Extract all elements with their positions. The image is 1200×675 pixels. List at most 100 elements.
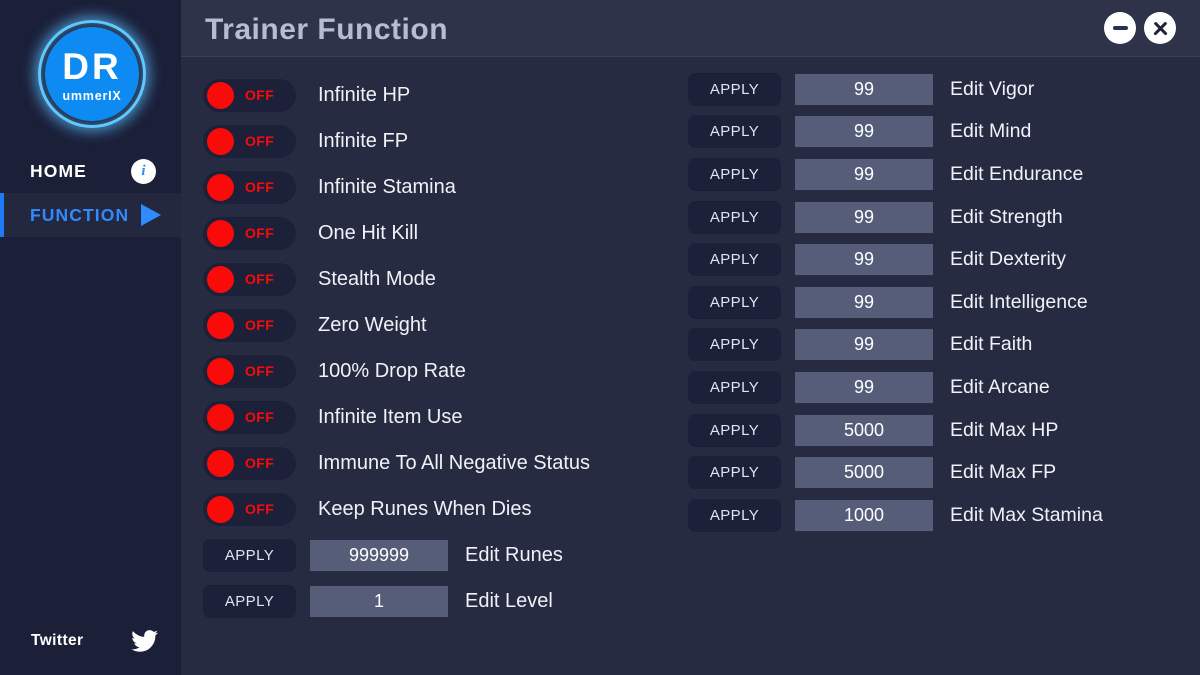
sidebar-item-home-label: HOME <box>30 160 87 181</box>
toggle-knob-icon <box>207 357 234 385</box>
close-button[interactable] <box>1144 12 1176 44</box>
apply-button[interactable]: APPLY <box>688 200 781 234</box>
apply-button[interactable]: APPLY <box>688 115 781 149</box>
toggle-knob-icon <box>207 127 234 155</box>
toggle-state-label: OFF <box>245 225 275 241</box>
field-label: Edit Arcane <box>950 375 1050 398</box>
toggle-row: OFF Keep Runes When Dies <box>203 486 590 532</box>
edit-field-row: APPLY 99 Edit Faith <box>688 324 1103 367</box>
toggle-row: OFF Infinite Stamina <box>203 164 590 210</box>
value-input[interactable]: 5000 <box>795 457 933 489</box>
toggle-knob-icon <box>207 449 234 477</box>
value-input[interactable]: 1000 <box>795 499 933 531</box>
toggle-state-label: OFF <box>245 87 275 103</box>
apply-button[interactable]: APPLY <box>688 157 781 191</box>
toggle-state-label: OFF <box>245 409 275 425</box>
field-label: Edit Max Stamina <box>950 503 1103 526</box>
value-input[interactable]: 99 <box>795 244 933 276</box>
value-input[interactable]: 99 <box>795 201 933 233</box>
field-label: Edit Mind <box>950 120 1032 143</box>
toggle-knob-icon <box>207 311 234 339</box>
field-label: Edit Level <box>465 589 553 612</box>
toggle-label: Stealth Mode <box>318 267 436 290</box>
toggle-switch[interactable]: OFF <box>203 446 296 480</box>
toggle-label: Infinite Item Use <box>318 405 463 428</box>
edit-field-row: APPLY 5000 Edit Max HP <box>688 409 1103 452</box>
edit-field-row: APPLY 99 Edit Dexterity <box>688 238 1103 281</box>
toggle-switch[interactable]: OFF <box>203 170 296 204</box>
value-input[interactable]: 99 <box>795 158 933 190</box>
edit-field-row: APPLY 99 Edit Arcane <box>688 366 1103 409</box>
apply-button[interactable]: APPLY <box>688 285 781 319</box>
toggle-switch[interactable]: OFF <box>203 308 296 342</box>
toggle-label: Immune To All Negative Status <box>318 451 590 474</box>
sidebar-item-function[interactable]: FUNCTION <box>0 193 181 237</box>
apply-button[interactable]: APPLY <box>688 456 781 490</box>
page-title: Trainer Function <box>205 13 449 46</box>
toggle-state-label: OFF <box>245 133 275 149</box>
apply-button[interactable]: APPLY <box>203 538 296 572</box>
value-input[interactable]: 1 <box>310 585 448 617</box>
toggle-label: Infinite HP <box>318 83 411 106</box>
apply-button[interactable]: APPLY <box>688 72 781 106</box>
left-column: OFF Infinite HP OFF Infinite FP OFF Infinite … <box>203 72 590 624</box>
logo-circle: DR ummerIX <box>45 27 139 121</box>
sidebar-item-function-label: FUNCTION <box>30 204 130 225</box>
field-label: Edit Endurance <box>950 162 1084 185</box>
sidebar: DR ummerIX HOME i FUNCTION Twitter <box>0 0 181 675</box>
value-input[interactable]: 99 <box>795 371 933 403</box>
toggle-knob-icon <box>207 173 234 201</box>
toggle-state-label: OFF <box>245 455 275 471</box>
logo-primary-text: DR <box>62 45 122 87</box>
toggle-switch[interactable]: OFF <box>203 262 296 296</box>
apply-button[interactable]: APPLY <box>688 328 781 362</box>
toggle-row: OFF Infinite FP <box>203 118 590 164</box>
edit-field-row: APPLY 99 Edit Strength <box>688 196 1103 239</box>
twitter-bird-icon <box>128 627 162 660</box>
value-input[interactable]: 99 <box>795 329 933 361</box>
edit-field-row: APPLY 1 Edit Level <box>203 578 590 624</box>
value-input[interactable]: 999999 <box>310 539 448 571</box>
title-bar: Trainer Function <box>181 0 1200 57</box>
toggle-label: Keep Runes When Dies <box>318 497 532 520</box>
toggle-switch[interactable]: OFF <box>203 124 296 158</box>
toggle-state-label: OFF <box>245 363 275 379</box>
toggle-label: Infinite Stamina <box>318 175 456 198</box>
edit-field-row: APPLY 99 Edit Intelligence <box>688 281 1103 324</box>
toggle-label: Zero Weight <box>318 313 427 336</box>
toggle-row: OFF 100% Drop Rate <box>203 348 590 394</box>
apply-button[interactable]: APPLY <box>688 413 781 447</box>
edit-field-row: APPLY 1000 Edit Max Stamina <box>688 494 1103 537</box>
toggle-row: OFF Zero Weight <box>203 302 590 348</box>
field-label: Edit Dexterity <box>950 248 1066 271</box>
apply-button[interactable]: APPLY <box>688 498 781 532</box>
toggle-switch[interactable]: OFF <box>203 354 296 388</box>
edit-field-row: APPLY 5000 Edit Max FP <box>688 451 1103 494</box>
field-label: Edit Faith <box>950 333 1033 356</box>
toggle-row: OFF Immune To All Negative Status <box>203 440 590 486</box>
minimize-button[interactable] <box>1104 12 1136 44</box>
value-input[interactable]: 99 <box>795 286 933 318</box>
edit-field-row: APPLY 99 Edit Mind <box>688 111 1103 154</box>
toggle-label: Infinite FP <box>318 129 409 152</box>
field-label: Edit Vigor <box>950 77 1035 100</box>
value-input[interactable]: 5000 <box>795 414 933 446</box>
toggle-switch[interactable]: OFF <box>203 78 296 112</box>
value-input[interactable]: 99 <box>795 116 933 148</box>
apply-button[interactable]: APPLY <box>688 370 781 404</box>
toggle-row: OFF One Hit Kill <box>203 210 590 256</box>
apply-button[interactable]: APPLY <box>688 243 781 277</box>
apply-button[interactable]: APPLY <box>203 584 296 618</box>
toggle-knob-icon <box>207 219 234 247</box>
twitter-link[interactable]: Twitter <box>0 621 181 661</box>
toggle-row: OFF Infinite Item Use <box>203 394 590 440</box>
toggle-switch[interactable]: OFF <box>203 400 296 434</box>
play-icon <box>141 204 161 226</box>
toggle-switch[interactable]: OFF <box>203 492 296 526</box>
sidebar-item-home[interactable]: HOME i <box>0 149 181 193</box>
toggle-switch[interactable]: OFF <box>203 216 296 250</box>
logo-secondary-text: ummerIX <box>62 88 122 103</box>
toggle-knob-icon <box>207 265 234 293</box>
info-icon[interactable]: i <box>131 159 156 184</box>
value-input[interactable]: 99 <box>795 73 933 105</box>
